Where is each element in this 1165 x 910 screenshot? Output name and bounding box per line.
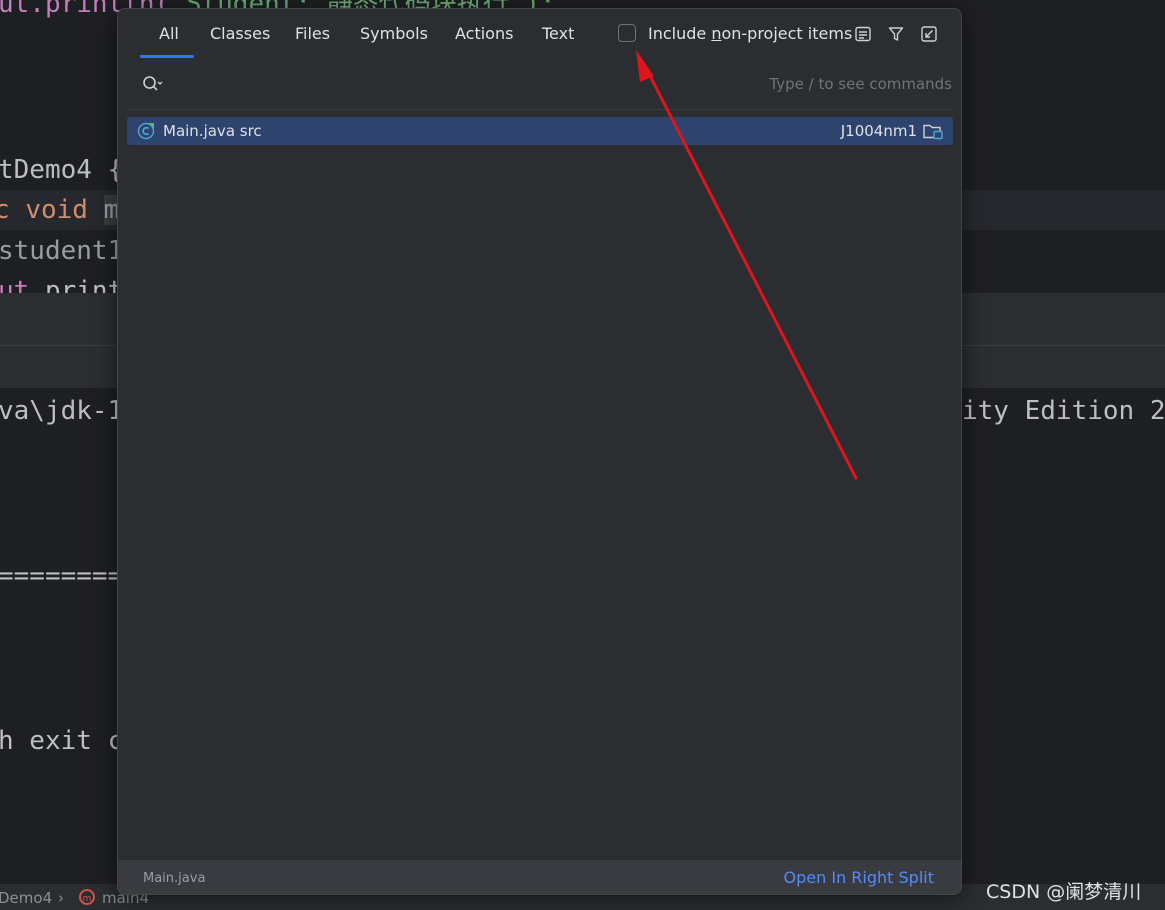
java-class-icon — [137, 122, 155, 144]
footer-file-path: Main.java — [143, 871, 206, 886]
active-tab-indicator — [140, 55, 194, 58]
result-item[interactable]: Main.java src J1004nm1 — [127, 117, 953, 145]
search-input[interactable] — [178, 71, 702, 99]
result-name: Main.java src — [163, 122, 262, 140]
open-in-find-window-icon[interactable] — [919, 24, 939, 44]
watermark: CSDN @阑梦清川 — [986, 881, 1142, 903]
popup-footer: Main.java Open In Right Split — [118, 860, 961, 894]
search-row: Type / to see commands — [128, 59, 952, 110]
module-folder-icon — [922, 122, 944, 144]
include-non-project-label[interactable]: Include non-project items — [648, 24, 852, 43]
console-line: ity Edition 20 — [962, 396, 1165, 426]
console-line: va\jdk-1 — [0, 396, 124, 426]
breadcrumb-class[interactable]: Demo4 — [0, 889, 52, 907]
tab-files[interactable]: Files — [295, 24, 330, 43]
breadcrumb-separator: › — [58, 889, 64, 907]
tab-classes[interactable]: Classes — [210, 24, 270, 43]
include-non-project-checkbox[interactable] — [618, 24, 636, 42]
search-hint: Type / to see commands — [769, 75, 952, 93]
code-line: student1 — [0, 236, 124, 266]
tab-all[interactable]: All — [159, 24, 179, 43]
svg-text:m: m — [83, 894, 92, 904]
search-everywhere-popup: All Classes Files Symbols Actions Text I… — [117, 8, 962, 895]
search-icon[interactable] — [142, 75, 164, 97]
console-line: h exit c — [0, 726, 124, 756]
tab-symbols[interactable]: Symbols — [360, 24, 428, 43]
tab-actions[interactable]: Actions — [455, 24, 513, 43]
preview-icon[interactable] — [853, 24, 873, 44]
code-line: tDemo4 { — [0, 155, 124, 185]
tab-bar: All Classes Files Symbols Actions Text I… — [118, 9, 961, 59]
tab-text[interactable]: Text — [542, 24, 574, 43]
open-in-right-split-link[interactable]: Open In Right Split — [784, 868, 934, 887]
code-line: c void ma — [0, 192, 135, 228]
method-icon: m — [78, 888, 96, 910]
result-module: J1004nm1 — [840, 122, 917, 140]
filter-icon[interactable] — [886, 24, 906, 44]
